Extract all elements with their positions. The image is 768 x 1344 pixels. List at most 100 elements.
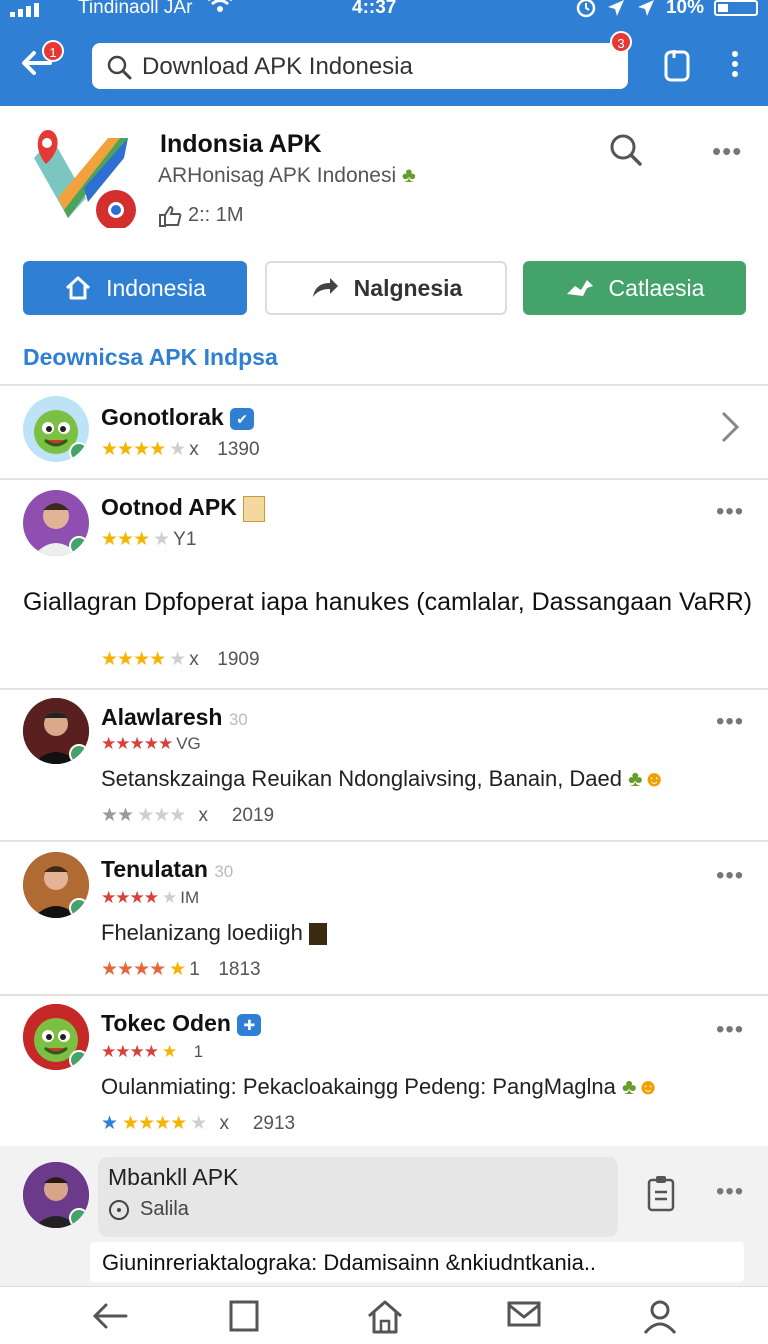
avatar: [23, 490, 89, 556]
star-empty-icon: ★: [161, 888, 177, 907]
item-more-icon[interactable]: •••: [716, 708, 744, 736]
header-search-icon[interactable]: [608, 132, 644, 168]
rating-count: 1390: [217, 438, 260, 460]
item-more-icon[interactable]: •••: [716, 1016, 744, 1044]
location-icon-2: [637, 0, 654, 16]
item-more-icon[interactable]: •••: [716, 862, 744, 890]
wifi-icon: [208, 0, 232, 12]
bottom-more-icon[interactable]: •••: [716, 1178, 744, 1206]
list-item[interactable]: Gonotlorak ✔ ★★★★ ★ x 1390: [0, 386, 768, 478]
search-input[interactable]: Download APK Indonesia 3: [92, 31, 632, 89]
alarm-icon: [576, 0, 596, 18]
rating: ★★★★ ★ 1: [101, 1042, 203, 1062]
star-empty-icon: ★: [153, 529, 170, 550]
plant-emoji-icon: ♣: [622, 1074, 637, 1099]
rating-suffix: x: [198, 804, 208, 826]
star-icons: ★★★★: [101, 649, 166, 670]
item-more-icon[interactable]: •••: [716, 498, 744, 526]
clipboard-icon[interactable]: [662, 48, 692, 82]
search-query: Download APK Indonesia: [142, 53, 413, 80]
verified-dot: [69, 1208, 89, 1228]
app-meta-text: 2:: 1M: [188, 204, 244, 226]
list-item[interactable]: Ootnod APK ★★★ ★ Y1 ••• Giallagran Dpfoper…: [0, 480, 768, 690]
download-tray-icon: [566, 280, 593, 296]
star-empty-icon: ★: [190, 1113, 207, 1134]
rating-count: 2913: [252, 1112, 296, 1134]
rating-suffix: 1: [189, 958, 200, 980]
battery-icon: [714, 0, 758, 16]
star-icon: ★: [161, 1042, 177, 1061]
home-icon: [66, 276, 91, 300]
avatar: [23, 698, 89, 764]
location-icon: [607, 0, 624, 16]
star-icons: ★★★: [101, 529, 150, 550]
carrier-label: Tindinaoll JAr: [78, 0, 193, 18]
star-icons: ★★★★: [101, 888, 159, 907]
rating-count: 1813: [218, 958, 261, 980]
list-item[interactable]: Tenulatan 30 ★★★★ ★ IM ••• Fhelanizang loe…: [0, 842, 768, 994]
star-empty-icon: ★: [169, 649, 186, 670]
avatar: [23, 1162, 89, 1228]
back-badge: 1: [42, 40, 64, 62]
list-item[interactable]: Tokec Oden ✚ ★★★★ ★ 1 ••• Oulanmiating: P…: [0, 996, 768, 1146]
chevron-right-icon[interactable]: [718, 410, 742, 444]
nav-recents-icon[interactable]: [228, 1299, 260, 1333]
app-subtitle: ARHonisag APK Indonesi ♣: [158, 164, 416, 187]
message-preview-text: Giuninreriaktalograka: Ddamisainn &nkiud…: [102, 1250, 597, 1275]
item-description: Fhelanizang loediigh: [101, 920, 327, 946]
catlaesia-button-label: Catlaesia: [608, 274, 705, 301]
item-description: Oulanmiating: Pekacloakaingg Pedeng: Pan…: [101, 1074, 660, 1099]
share-arrow-icon: [312, 278, 338, 297]
rating: ★★★★★ VG: [101, 734, 201, 754]
rating-suffix: x: [219, 1112, 230, 1134]
bottom-status-text: Salila: [140, 1198, 189, 1220]
star-icons: ★★★★: [122, 1113, 187, 1134]
indonesia-button[interactable]: Indonesia: [23, 261, 247, 315]
nav-back-icon[interactable]: [90, 1299, 130, 1333]
share-button-label: Nalgnesia: [353, 274, 463, 301]
app-meta: 2:: 1M: [158, 204, 244, 227]
item-description: Giallagran Dpfoperat iapa hanukes (camla…: [23, 588, 753, 616]
rating-count: 1909: [217, 648, 260, 670]
rating: ★★★★ ★ 1 1813: [101, 958, 261, 981]
rating: ★ ★★★★ ★ x 2913: [101, 1112, 295, 1135]
catlaesia-button[interactable]: Catlaesia: [523, 261, 746, 315]
star-icons: ★★★★: [101, 1042, 159, 1061]
list-item[interactable]: Alawlaresh 30 ★★★★★ VG ••• Setanskzainga …: [0, 690, 768, 840]
avatar: [23, 396, 89, 462]
bottom-name: Mbankll APK: [108, 1164, 239, 1190]
bottom-nav: [0, 1286, 768, 1344]
rating-suffix: 1: [193, 1042, 204, 1061]
share-button[interactable]: Nalgnesia: [265, 261, 507, 315]
item-name: Tenulatan 30: [101, 856, 234, 882]
plant-emoji-icon: ♣: [628, 766, 643, 791]
nav-profile-icon[interactable]: [642, 1299, 678, 1335]
app-logo: [34, 130, 136, 228]
indonesia-button-label: Indonesia: [106, 274, 206, 301]
signal-icon: [10, 3, 39, 17]
item-name: Ootnod APK: [101, 494, 266, 522]
star-icons: ★★★★: [101, 439, 166, 460]
face-emoji-icon: ☻: [636, 1074, 660, 1099]
rating-suffix: x: [189, 438, 199, 460]
leaf-emoji-icon: ♣: [402, 164, 416, 187]
verified-badge-icon: ✔: [230, 407, 255, 430]
app-bar: Tindinaoll JAr 4::37 10% 1 Download APK …: [0, 0, 768, 106]
battery-percent: 10%: [665, 0, 704, 18]
rating-suffix: VG: [176, 734, 201, 753]
overflow-menu-icon[interactable]: [728, 50, 742, 80]
clipboard-icon[interactable]: [646, 1174, 676, 1212]
back-button[interactable]: 1: [20, 40, 64, 84]
rating-suffix: Y1: [173, 528, 197, 550]
item-tag: 30: [214, 862, 234, 881]
star-icons: ★★★★★: [101, 734, 173, 753]
header-more-icon[interactable]: •••: [712, 136, 742, 167]
verified-dot: [69, 536, 89, 556]
status-bar: Tindinaoll JAr 4::37 10%: [0, 0, 768, 22]
nav-mail-icon[interactable]: [506, 1299, 542, 1331]
rating-suffix: IM: [180, 888, 200, 907]
item-description: Setanskzainga Reuikan Ndonglaivsing, Ban…: [101, 766, 666, 791]
verified-badge-icon: ✚: [237, 1013, 262, 1036]
nav-home-icon[interactable]: [366, 1299, 404, 1335]
rating-suffix: x: [189, 648, 199, 670]
